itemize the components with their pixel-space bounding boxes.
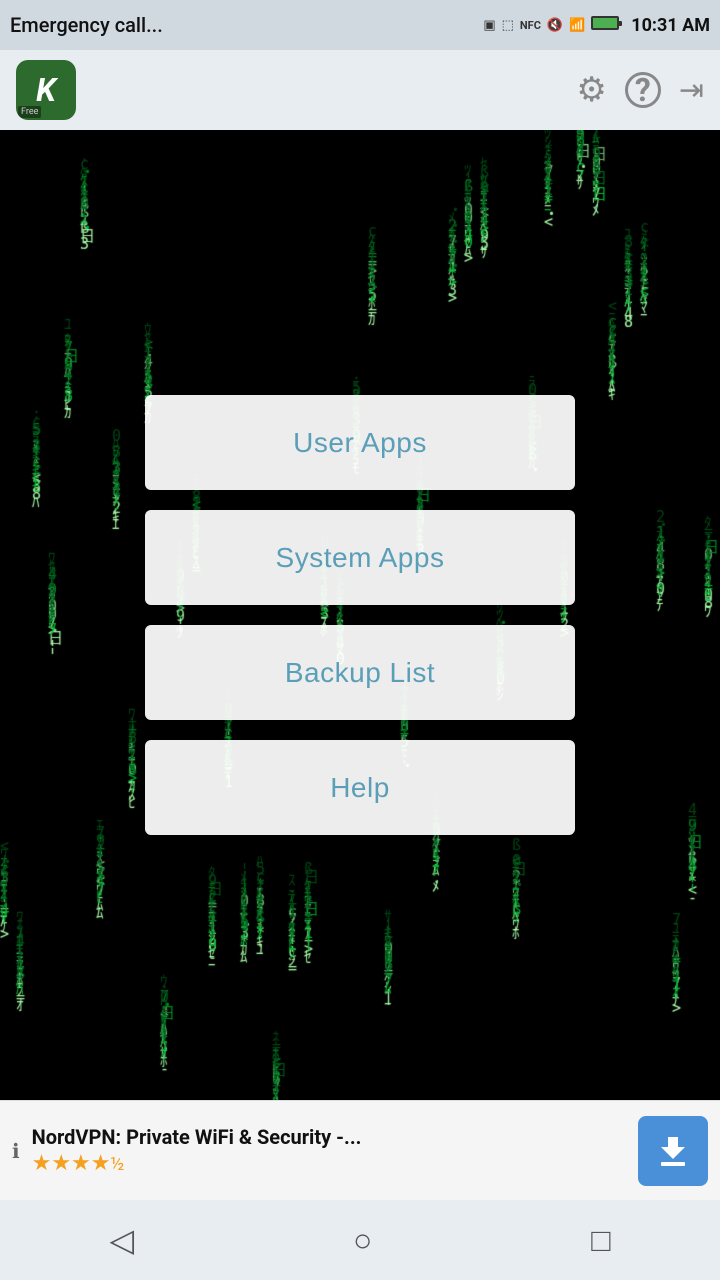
recent-apps-button[interactable]: □ xyxy=(561,1211,640,1269)
status-title: Emergency call... xyxy=(10,13,483,37)
app-bar: K Free ⚙ ? ⇥ xyxy=(0,50,720,130)
ad-stars: ★★★★½ xyxy=(32,1151,638,1176)
home-button[interactable]: ○ xyxy=(323,1211,402,1269)
help-icon[interactable]: ? xyxy=(625,72,661,108)
app-bar-actions: ⚙ ? ⇥ xyxy=(576,70,704,110)
nfc-icon: NFC xyxy=(520,19,541,32)
wifi-icon: 📶 xyxy=(569,18,585,33)
main-content: User Apps System Apps Backup List Help xyxy=(0,130,720,1100)
screenshot-icon: ⬚ xyxy=(502,18,514,33)
user-apps-button[interactable]: User Apps xyxy=(145,395,575,490)
system-apps-button[interactable]: System Apps xyxy=(145,510,575,605)
ad-banner: ℹ NordVPN: Private WiFi & Security -... … xyxy=(0,1100,720,1200)
battery-icon xyxy=(591,16,619,34)
ad-info-icon[interactable]: ℹ xyxy=(12,1139,20,1163)
download-icon xyxy=(655,1133,691,1169)
backup-list-button[interactable]: Backup List xyxy=(145,625,575,720)
back-button[interactable]: ◁ xyxy=(79,1211,164,1269)
app-logo: K Free xyxy=(16,60,76,120)
sim-icon: ▣ xyxy=(483,18,495,33)
mute-icon: 🔇 xyxy=(547,18,563,33)
status-icons: ▣ ⬚ NFC 🔇 📶 10:31 AM xyxy=(483,15,710,36)
status-time: 10:31 AM xyxy=(631,15,710,36)
ad-text-block: NordVPN: Private WiFi & Security -... ★★… xyxy=(32,1125,638,1176)
logout-icon[interactable]: ⇥ xyxy=(679,73,704,108)
nav-bar: ◁ ○ □ xyxy=(0,1200,720,1280)
buttons-area: User Apps System Apps Backup List Help xyxy=(0,130,720,1100)
ad-title[interactable]: NordVPN: Private WiFi & Security -... xyxy=(32,1125,638,1149)
app-logo-badge: Free xyxy=(18,106,41,118)
help-button[interactable]: Help xyxy=(145,740,575,835)
status-bar: Emergency call... ▣ ⬚ NFC 🔇 📶 10:31 AM xyxy=(0,0,720,50)
ad-download-button[interactable] xyxy=(638,1116,708,1186)
settings-icon[interactable]: ⚙ xyxy=(576,70,606,110)
app-logo-letter: K xyxy=(36,71,56,109)
